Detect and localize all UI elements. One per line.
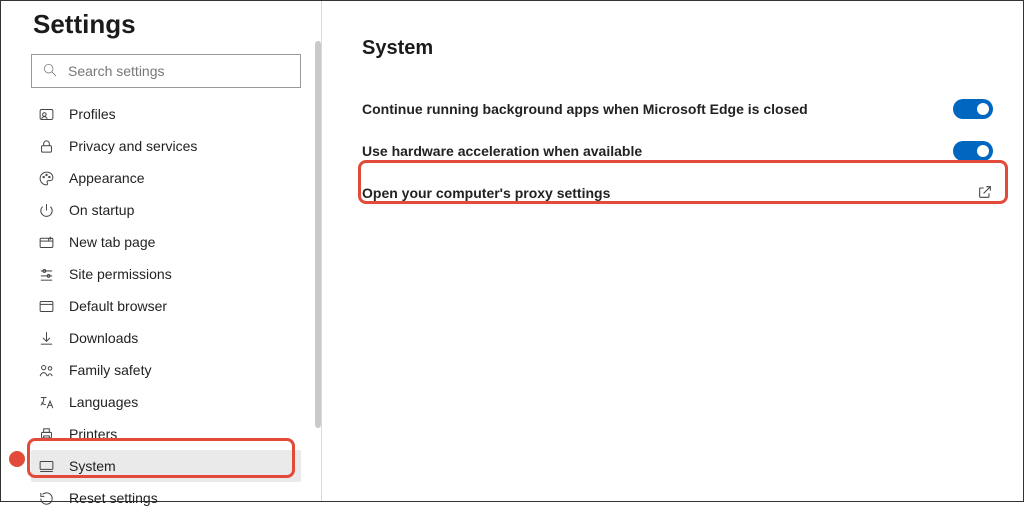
toggle-hardware-accel[interactable] bbox=[953, 141, 993, 161]
sidebar-item-label: New tab page bbox=[69, 234, 155, 250]
sidebar-item-appearance[interactable]: Appearance bbox=[31, 162, 301, 194]
sliders-icon bbox=[37, 265, 55, 283]
system-icon bbox=[37, 457, 55, 475]
setting-background-apps: Continue running background apps when Mi… bbox=[362, 88, 993, 130]
section-heading: System bbox=[362, 37, 993, 60]
sidebar-item-label: Downloads bbox=[69, 330, 138, 346]
reset-icon bbox=[37, 489, 55, 507]
sidebar-item-label: Printers bbox=[69, 426, 117, 442]
sidebar-item-privacy[interactable]: Privacy and services bbox=[31, 130, 301, 162]
sidebar-item-label: Profiles bbox=[69, 106, 116, 122]
settings-main: System Continue running background apps … bbox=[322, 1, 1023, 501]
sidebar-item-startup[interactable]: On startup bbox=[31, 194, 301, 226]
language-icon bbox=[37, 393, 55, 411]
sidebar-item-label: Languages bbox=[69, 394, 138, 410]
browser-icon bbox=[37, 297, 55, 315]
sidebar-item-label: Privacy and services bbox=[69, 138, 197, 154]
download-icon bbox=[37, 329, 55, 347]
sidebar-item-label: Default browser bbox=[69, 298, 167, 314]
power-icon bbox=[37, 201, 55, 219]
setting-proxy-link[interactable]: Open your computer's proxy settings bbox=[362, 172, 993, 214]
sidebar-item-defaultbrowser[interactable]: Default browser bbox=[31, 290, 301, 322]
new-tab-icon bbox=[37, 233, 55, 251]
sidebar-item-system[interactable]: System bbox=[31, 450, 301, 482]
search-icon bbox=[42, 62, 68, 81]
sidebar-item-newtab[interactable]: New tab page bbox=[31, 226, 301, 258]
setting-label: Use hardware acceleration when available bbox=[362, 143, 642, 159]
sidebar-item-label: On startup bbox=[69, 202, 134, 218]
profile-icon bbox=[37, 105, 55, 123]
sidebar-item-printers[interactable]: Printers bbox=[31, 418, 301, 450]
sidebar-item-reset[interactable]: Reset settings bbox=[31, 482, 301, 514]
page-title: Settings bbox=[33, 9, 301, 40]
sidebar-item-sitepermissions[interactable]: Site permissions bbox=[31, 258, 301, 290]
annotation-dot bbox=[9, 451, 25, 467]
printer-icon bbox=[37, 425, 55, 443]
sidebar-item-label: Reset settings bbox=[69, 490, 158, 506]
setting-label: Continue running background apps when Mi… bbox=[362, 101, 808, 117]
scroll-thumb[interactable] bbox=[315, 41, 321, 428]
sidebar-item-downloads[interactable]: Downloads bbox=[31, 322, 301, 354]
search-input[interactable]: Search settings bbox=[31, 54, 301, 88]
sidebar-scrollbar[interactable] bbox=[315, 41, 321, 471]
setting-label: Open your computer's proxy settings bbox=[362, 185, 610, 201]
family-icon bbox=[37, 361, 55, 379]
sidebar-item-languages[interactable]: Languages bbox=[31, 386, 301, 418]
settings-sidebar: Settings Search settings Profiles Privac… bbox=[1, 1, 321, 501]
sidebar-item-label: Family safety bbox=[69, 362, 151, 378]
sidebar-item-label: Site permissions bbox=[69, 266, 172, 282]
sidebar-item-label: Appearance bbox=[69, 170, 145, 186]
lock-icon bbox=[37, 137, 55, 155]
toggle-background-apps[interactable] bbox=[953, 99, 993, 119]
external-link-icon bbox=[977, 184, 993, 203]
search-placeholder: Search settings bbox=[68, 63, 165, 79]
sidebar-item-family[interactable]: Family safety bbox=[31, 354, 301, 386]
sidebar-item-label: System bbox=[69, 458, 116, 474]
palette-icon bbox=[37, 169, 55, 187]
setting-hardware-accel: Use hardware acceleration when available bbox=[362, 130, 993, 172]
sidebar-item-profiles[interactable]: Profiles bbox=[31, 98, 301, 130]
